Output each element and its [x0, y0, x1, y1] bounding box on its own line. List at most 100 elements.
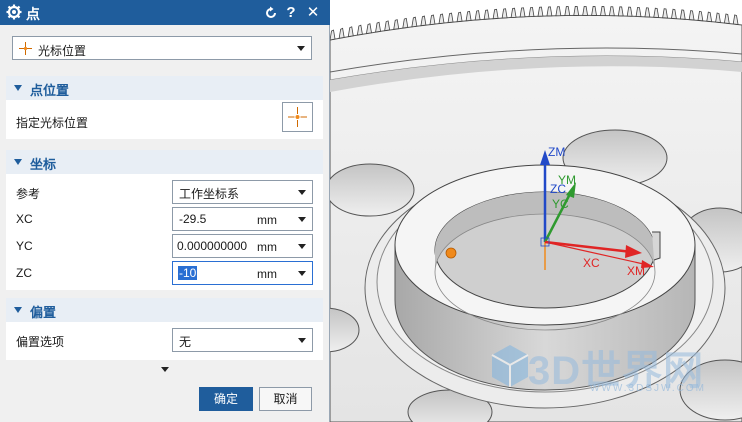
gear-tooth — [429, 14, 436, 26]
point-location-section: 点位置 指定光标位置 — [6, 76, 323, 139]
yc-value: 0.000000000 — [177, 239, 248, 253]
gear-tooth — [679, 9, 686, 20]
help-button[interactable]: ? — [282, 3, 300, 22]
gear-tooth — [438, 13, 445, 25]
reference-label: 参考 — [16, 187, 41, 201]
yc-axis-label: YC — [552, 197, 569, 211]
cancel-button[interactable]: 取消 — [259, 387, 312, 411]
gear-tooth — [617, 6, 624, 17]
yc-field[interactable]: 0.000000000 mm — [172, 234, 313, 258]
collapse-triangle-icon — [14, 307, 22, 313]
yc-label: YC — [16, 239, 33, 253]
gear-tooth — [338, 27, 345, 39]
specify-cursor-button[interactable] — [282, 102, 313, 132]
gear-tooth — [402, 17, 409, 29]
gear-tooth — [356, 24, 363, 36]
gear-tooth — [501, 8, 508, 19]
reset-button[interactable] — [262, 3, 280, 22]
offset-option-value: 无 — [179, 335, 192, 349]
coordinates-title: 坐标 — [30, 157, 57, 172]
gear-tooth — [483, 9, 490, 20]
chevron-down-icon — [298, 338, 306, 343]
close-button[interactable]: ✕ — [304, 3, 322, 22]
gear-tooth — [608, 6, 615, 17]
point-dialog: 点 ? ✕ 光标位置 点位置 指定光标位置 坐标 参考 工作坐标系 XC -29… — [0, 0, 330, 422]
gear-tooth — [420, 15, 427, 27]
reference-value: 工作坐标系 — [179, 187, 240, 201]
zm-axis-label: ZM — [548, 145, 565, 159]
gear-tooth — [537, 6, 544, 17]
point-type-select[interactable]: 光标位置 — [12, 36, 312, 60]
reset-icon — [266, 6, 276, 18]
gear-tooth — [564, 6, 571, 16]
zc-label: ZC — [16, 266, 32, 280]
gear-tooth — [492, 8, 499, 20]
gear-tooth — [653, 7, 660, 18]
gear-tooth — [662, 8, 668, 19]
gear-tooth — [384, 20, 391, 32]
gear-tooth — [519, 7, 526, 18]
offset-section: 偏置 偏置选项 无 — [6, 298, 323, 360]
gear-icon[interactable] — [6, 3, 22, 21]
gear-tooth — [456, 11, 463, 23]
chevron-down-icon[interactable] — [298, 244, 306, 249]
gear-tooth — [706, 11, 713, 23]
offset-option-label: 偏置选项 — [16, 335, 65, 349]
watermark-url: WWW.3DSJW.COM — [590, 383, 706, 394]
gear-tooth — [474, 10, 481, 21]
gear-tooth — [411, 16, 418, 28]
gear-tooth — [330, 29, 336, 41]
xc-unit: mm — [257, 213, 277, 227]
offset-header[interactable]: 偏置 — [6, 298, 323, 322]
xc-axis-label: XC — [583, 256, 600, 270]
xc-value: -29.5 — [179, 212, 207, 226]
gear-tooth — [600, 6, 606, 16]
collapse-triangle-icon — [14, 159, 22, 165]
specify-cursor-label: 指定光标位置 — [16, 116, 89, 130]
gear-tooth — [635, 6, 642, 18]
gear-tooth — [465, 10, 472, 22]
offset-title: 偏置 — [30, 305, 57, 320]
chevron-down-icon — [161, 367, 169, 372]
cursor-point-icon — [288, 107, 307, 127]
gear-tooth — [732, 14, 739, 25]
coordinates-header[interactable]: 坐标 — [6, 150, 323, 174]
graphics-viewport[interactable]: ZM ZC YM YC XC XM 3D世界网 WWW.3DSJW.COM — [330, 0, 742, 422]
gear-tooth — [393, 19, 400, 30]
gear-tooth — [723, 13, 730, 24]
collapse-triangle-icon — [14, 85, 22, 91]
xc-field[interactable]: -29.5 mm — [172, 207, 313, 231]
gear-tooth — [447, 12, 454, 24]
coordinates-section: 坐标 参考 工作坐标系 XC -29.5 mm YC 0.000000000 m… — [6, 150, 323, 290]
offset-option-select[interactable]: 无 — [172, 328, 313, 352]
ok-button[interactable]: 确定 — [199, 387, 253, 411]
zc-value: -10 — [178, 266, 198, 280]
gear-tooth — [671, 8, 677, 20]
ym-axis-label: YM — [558, 173, 576, 187]
gear-tooth — [591, 5, 597, 16]
xc-label: XC — [16, 212, 33, 226]
zc-field[interactable]: -10 mm — [172, 261, 313, 285]
chevron-down-icon — [297, 46, 305, 51]
reference-select[interactable]: 工作坐标系 — [172, 180, 313, 204]
chevron-down-icon[interactable] — [298, 217, 306, 222]
cursor-point-icon — [19, 42, 32, 55]
gear-tooth — [555, 6, 562, 17]
point-location-title: 点位置 — [30, 83, 70, 98]
gear-tooth — [582, 5, 589, 16]
more-options-toggle[interactable] — [6, 363, 323, 377]
gear-tooth — [510, 7, 517, 18]
yc-unit: mm — [257, 240, 277, 254]
dialog-title-bar: 点 ? ✕ — [0, 0, 330, 25]
point-location-header[interactable]: 点位置 — [6, 76, 323, 100]
zc-unit: mm — [257, 267, 277, 281]
chevron-down-icon[interactable] — [298, 271, 306, 276]
gear-tooth — [528, 6, 535, 18]
gear-tooth — [375, 21, 382, 33]
gear-tooth — [697, 10, 704, 22]
dialog-title: 点 — [26, 6, 40, 22]
point-marker — [445, 247, 457, 259]
gear-tooth — [688, 10, 695, 21]
point-type-value: 光标位置 — [38, 44, 87, 58]
gear-tooth — [347, 26, 354, 38]
